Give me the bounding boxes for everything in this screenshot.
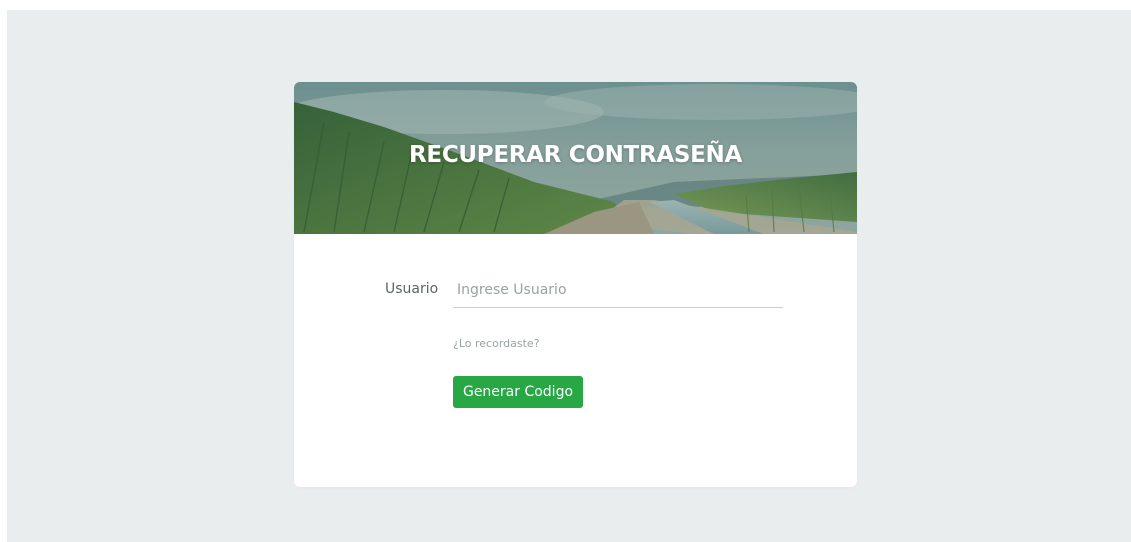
- page-title: RECUPERAR CONTRASEÑA: [409, 142, 742, 168]
- generate-code-button[interactable]: Generar Codigo: [453, 376, 583, 408]
- header-banner: RECUPERAR CONTRASEÑA: [294, 82, 857, 234]
- user-label: Usuario: [385, 281, 439, 297]
- user-input[interactable]: [453, 272, 783, 308]
- recovery-form: Usuario ¿Lo recordaste? Generar Codigo: [294, 234, 857, 487]
- remembered-link[interactable]: ¿Lo recordaste?: [453, 337, 540, 350]
- password-recovery-card: RECUPERAR CONTRASEÑA Usuario ¿Lo recorda…: [294, 82, 857, 487]
